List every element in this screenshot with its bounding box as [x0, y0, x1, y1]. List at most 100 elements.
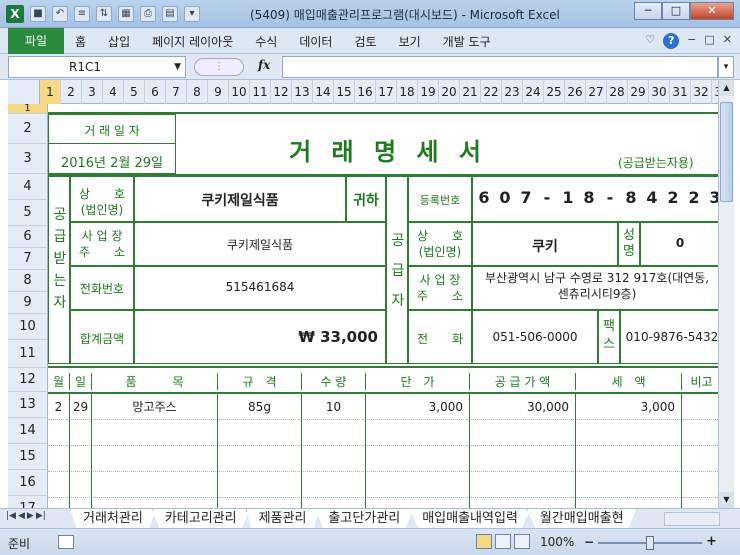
- restore-button[interactable]: □: [662, 2, 690, 20]
- table-cell[interactable]: [218, 472, 302, 498]
- table-cell[interactable]: [218, 420, 302, 446]
- tab-insert[interactable]: 삽입: [97, 33, 141, 50]
- macro-record-icon[interactable]: [58, 535, 74, 549]
- column-header[interactable]: 31: [670, 80, 691, 104]
- first-sheet-icon[interactable]: |◀: [6, 511, 16, 521]
- undo-icon[interactable]: ↶: [52, 6, 68, 22]
- table-cell[interactable]: [48, 472, 70, 498]
- help-icon[interactable]: ?: [663, 33, 680, 49]
- table-cell[interactable]: [70, 498, 92, 508]
- table-cell[interactable]: [70, 446, 92, 472]
- horizontal-scrollbar[interactable]: [664, 512, 720, 526]
- column-header[interactable]: 16: [355, 80, 376, 104]
- column-header[interactable]: 15: [334, 80, 355, 104]
- table-cell[interactable]: 3,000: [366, 394, 470, 420]
- row-header[interactable]: 11: [8, 340, 48, 368]
- table-cell[interactable]: [218, 446, 302, 472]
- tab-file[interactable]: 파일: [8, 28, 64, 54]
- table-cell[interactable]: [92, 446, 218, 472]
- column-header[interactable]: 9: [208, 80, 229, 104]
- table-cell[interactable]: [302, 446, 366, 472]
- sheet-tab[interactable]: 카테고리관리: [151, 509, 250, 529]
- row-header[interactable]: 4: [8, 174, 48, 200]
- last-sheet-icon[interactable]: ▶|: [36, 511, 46, 521]
- table-cell[interactable]: [576, 446, 682, 472]
- column-header[interactable]: 25: [544, 80, 565, 104]
- doc-restore-icon[interactable]: □: [704, 33, 714, 49]
- table-cell[interactable]: [302, 420, 366, 446]
- ribbon-collapse-icon[interactable]: ♡: [645, 33, 655, 49]
- table-cell[interactable]: [92, 420, 218, 446]
- table-cell[interactable]: [366, 446, 470, 472]
- column-header[interactable]: 19: [418, 80, 439, 104]
- row-header[interactable]: 10: [8, 314, 48, 340]
- tab-data[interactable]: 데이터: [288, 33, 343, 50]
- scroll-down-icon[interactable]: ▼: [719, 492, 734, 508]
- column-header[interactable]: 32: [691, 80, 712, 104]
- table-cell[interactable]: [366, 420, 470, 446]
- table-cell[interactable]: 2: [48, 394, 70, 420]
- select-all-corner[interactable]: [8, 80, 40, 104]
- table-cell[interactable]: [682, 498, 718, 508]
- column-header[interactable]: 28: [607, 80, 628, 104]
- next-sheet-icon[interactable]: ▶: [27, 511, 34, 521]
- table-cell[interactable]: [576, 498, 682, 508]
- sheet-tab[interactable]: 제품관리: [245, 509, 320, 529]
- table-cell[interactable]: [48, 446, 70, 472]
- chevron-down-icon[interactable]: ▼: [174, 57, 181, 77]
- row-header[interactable]: 7: [8, 248, 48, 270]
- row-header[interactable]: 16: [8, 470, 48, 496]
- name-box[interactable]: R1C1 ▼: [8, 56, 186, 78]
- column-header[interactable]: 7: [166, 80, 187, 104]
- table-cell[interactable]: 망고주스: [92, 394, 218, 420]
- column-header[interactable]: 22: [481, 80, 502, 104]
- row-header[interactable]: 17: [8, 496, 48, 508]
- table-row[interactable]: [48, 498, 718, 508]
- table-cell[interactable]: [682, 394, 718, 420]
- tab-page-layout[interactable]: 페이지 레이아웃: [141, 33, 244, 50]
- row-header[interactable]: 15: [8, 444, 48, 470]
- sheet-tab[interactable]: 거래처관리: [70, 509, 156, 529]
- insert-function-icon[interactable]: fx: [258, 58, 270, 72]
- page-break-view-icon[interactable]: [514, 534, 530, 549]
- tab-developer[interactable]: 개발 도구: [432, 33, 502, 50]
- column-header[interactable]: 1: [40, 80, 61, 104]
- tab-formulas[interactable]: 수식: [244, 33, 288, 50]
- scroll-thumb[interactable]: [720, 102, 733, 202]
- table-cell[interactable]: [682, 472, 718, 498]
- table-cell[interactable]: [470, 472, 576, 498]
- zoom-in-button[interactable]: +: [706, 534, 717, 549]
- column-header[interactable]: 8: [187, 80, 208, 104]
- tab-view[interactable]: 보기: [388, 33, 432, 50]
- sheet-tab[interactable]: 출고단가관리: [315, 509, 414, 529]
- prev-sheet-icon[interactable]: ◀: [18, 511, 25, 521]
- scroll-up-icon[interactable]: ▲: [719, 80, 734, 96]
- column-header[interactable]: 21: [460, 80, 481, 104]
- table-row[interactable]: [48, 446, 718, 472]
- table-cell[interactable]: [682, 446, 718, 472]
- save-icon[interactable]: ■: [30, 6, 46, 22]
- table-cell[interactable]: [576, 420, 682, 446]
- table-cell[interactable]: [302, 498, 366, 508]
- row-header[interactable]: 1: [8, 104, 48, 114]
- table-cell[interactable]: [48, 498, 70, 508]
- column-header[interactable]: 13: [292, 80, 313, 104]
- sort-icon[interactable]: ⇅: [96, 6, 112, 22]
- zoom-level[interactable]: 100%: [540, 535, 574, 549]
- column-header[interactable]: 18: [397, 80, 418, 104]
- table-cell[interactable]: [366, 472, 470, 498]
- table-cell[interactable]: [470, 446, 576, 472]
- column-header[interactable]: 4: [103, 80, 124, 104]
- table-cell[interactable]: [302, 472, 366, 498]
- column-header[interactable]: 23: [502, 80, 523, 104]
- row-header[interactable]: 14: [8, 418, 48, 444]
- row-header[interactable]: 8: [8, 270, 48, 292]
- column-header[interactable]: 24: [523, 80, 544, 104]
- table-cell[interactable]: [48, 420, 70, 446]
- doc-close-icon[interactable]: ✕: [723, 33, 732, 49]
- column-header[interactable]: 3: [82, 80, 103, 104]
- column-header[interactable]: 12: [271, 80, 292, 104]
- page-layout-view-icon[interactable]: [495, 534, 511, 549]
- table-cell[interactable]: [218, 498, 302, 508]
- row-header[interactable]: 6: [8, 226, 48, 248]
